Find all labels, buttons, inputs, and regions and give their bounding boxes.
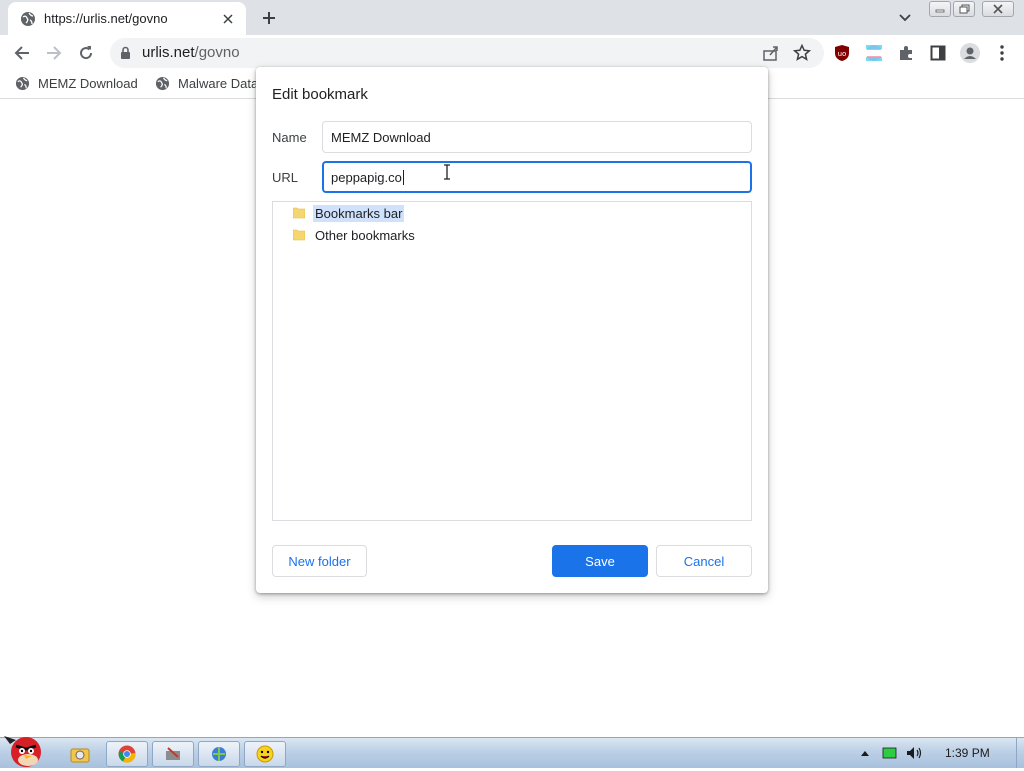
address-url: urlis.net/govno: [142, 44, 240, 61]
url-field[interactable]: peppapig.co: [322, 161, 752, 193]
minimize-button[interactable]: [929, 1, 951, 17]
quick-launch-item[interactable]: [60, 741, 100, 767]
text-cursor-icon: [444, 164, 450, 180]
close-tab-icon[interactable]: [220, 11, 236, 27]
dialog-title: Edit bookmark: [272, 86, 368, 103]
network-globe-icon: [212, 747, 226, 761]
globe-icon: [21, 11, 35, 26]
tab-search-chevron-icon[interactable]: [896, 8, 914, 26]
new-folder-button[interactable]: New folder: [272, 545, 367, 577]
battery-icon[interactable]: [882, 747, 898, 759]
back-arrow-icon[interactable]: [10, 41, 34, 65]
name-label: Name: [272, 130, 307, 145]
url-path: /govno: [194, 44, 240, 61]
new-tab-button[interactable]: [258, 7, 280, 29]
url-label: URL: [272, 170, 299, 185]
address-bar[interactable]: urlis.net/govno: [110, 38, 824, 68]
flag-extension-icon[interactable]: [862, 41, 886, 65]
show-hidden-icons-arrow[interactable]: [860, 749, 870, 757]
cancel-button[interactable]: Cancel: [656, 545, 752, 577]
browser-tab[interactable]: https://urlis.net/govno: [8, 2, 246, 35]
bookmark-item-memz[interactable]: MEMZ Download: [15, 76, 138, 91]
side-panel-icon[interactable]: [926, 41, 950, 65]
folder-label: Other bookmarks: [315, 227, 415, 243]
bookmark-item-malware-data[interactable]: Malware Data: [155, 76, 258, 91]
tools-icon: [166, 747, 180, 760]
volume-icon[interactable]: [906, 746, 924, 760]
bookmark-label: MEMZ Download: [38, 76, 138, 91]
forward-arrow-icon[interactable]: [42, 41, 66, 65]
system-tray: [860, 738, 924, 768]
edit-bookmark-dialog: Edit bookmark Name MEMZ Download URL pep…: [256, 67, 768, 593]
browser-toolbar: urlis.net/govno uo: [0, 35, 1024, 71]
globe-icon: [15, 76, 30, 91]
name-field-value: MEMZ Download: [331, 129, 431, 145]
lock-icon[interactable]: [120, 46, 131, 60]
bookmark-star-icon[interactable]: [793, 44, 811, 62]
menu-kebab-icon[interactable]: [990, 41, 1014, 65]
taskbar-chrome[interactable]: [106, 741, 148, 767]
taskbar-app-3[interactable]: [198, 741, 240, 767]
folder-tree[interactable]: Bookmarks bar Other bookmarks: [272, 201, 752, 521]
ublock-icon[interactable]: uo: [830, 41, 854, 65]
profile-avatar-icon[interactable]: [958, 41, 982, 65]
maximize-button[interactable]: [953, 1, 975, 17]
tab-strip: https://urlis.net/govno: [0, 0, 1024, 35]
tab-title: https://urlis.net/govno: [44, 11, 168, 26]
start-button[interactable]: [2, 730, 50, 768]
taskbar-clock[interactable]: 1:39 PM: [945, 746, 990, 760]
explorer-icon: [70, 748, 90, 763]
folder-item-bookmarks-bar[interactable]: Bookmarks bar: [293, 203, 405, 223]
name-field[interactable]: MEMZ Download: [322, 121, 752, 153]
reload-icon[interactable]: [74, 41, 98, 65]
folder-icon: [293, 229, 305, 241]
show-desktop-button[interactable]: [1016, 738, 1024, 768]
folder-icon: [293, 207, 305, 219]
smiley-icon: [256, 745, 274, 763]
url-field-value: peppapig.co: [331, 169, 402, 185]
extensions-puzzle-icon[interactable]: [894, 41, 918, 65]
taskbar-app-2[interactable]: [152, 741, 194, 767]
save-button[interactable]: Save: [552, 545, 648, 577]
folder-item-other-bookmarks[interactable]: Other bookmarks: [293, 225, 417, 245]
url-host: urlis.net: [142, 44, 195, 61]
chrome-icon: [118, 745, 136, 763]
taskbar: 1:39 PM: [0, 736, 1024, 768]
close-window-button[interactable]: [982, 1, 1014, 17]
bookmark-label: Malware Data: [178, 76, 259, 91]
share-icon[interactable]: [762, 44, 780, 62]
angry-bird-icon: [4, 736, 41, 767]
text-caret: [402, 169, 404, 185]
svg-text:uo: uo: [838, 50, 847, 58]
taskbar-app-4[interactable]: [244, 741, 286, 767]
folder-label: Bookmarks bar: [313, 204, 405, 222]
globe-icon: [155, 76, 170, 91]
